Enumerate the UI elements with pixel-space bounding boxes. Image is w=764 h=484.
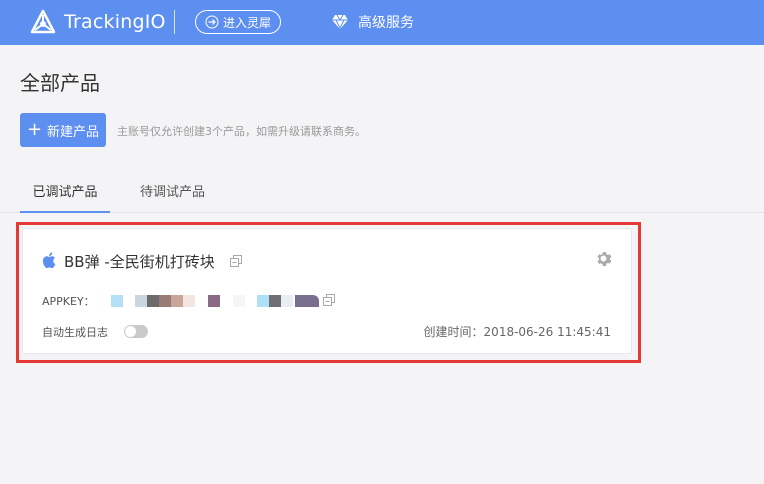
premium-service-label: 高级服务 <box>358 15 414 31</box>
product-card[interactable]: BB弹 -全民街机打砖块 APPKEY： 自动生成日志 创建时间：2018-06… <box>22 228 632 354</box>
tab-debugged-products[interactable]: 已调试产品 <box>20 181 110 213</box>
auto-log-label: 自动生成日志 <box>42 326 108 339</box>
plus-icon: + <box>26 119 43 140</box>
product-tabs: 已调试产品 待调试产品 <box>0 170 764 213</box>
premium-service-link[interactable]: 高级服务 <box>331 12 414 32</box>
created-time: 创建时间：2018-06-26 11:45:41 <box>423 325 611 339</box>
copy-appkey-icon[interactable] <box>323 294 335 306</box>
header-divider <box>174 10 175 34</box>
new-product-label: 新建产品 <box>47 124 100 140</box>
enter-lingxi-button[interactable]: 进入灵犀 <box>195 10 281 34</box>
trackingio-logo[interactable]: TrackingIO <box>30 9 166 35</box>
product-name: BB弹 -全民街机打砖块 <box>64 253 215 271</box>
arrow-right-icon <box>205 15 219 29</box>
auto-log-toggle[interactable] <box>124 325 148 338</box>
product-limit-hint: 主账号仅允许创建3个产品，如需升级请联系商务。 <box>117 125 366 138</box>
diamond-icon <box>332 14 348 30</box>
top-navigation-bar: TrackingIO 进入灵犀 高级服务 <box>0 0 764 45</box>
brand-name: TrackingIO <box>64 11 166 33</box>
copy-icon[interactable] <box>230 255 242 267</box>
tab-pending-products[interactable]: 待调试产品 <box>140 181 205 200</box>
new-product-button[interactable]: + 新建产品 <box>20 113 106 147</box>
apple-icon <box>42 252 56 268</box>
page-title: 全部产品 <box>20 71 100 95</box>
appkey-label: APPKEY： <box>42 295 95 308</box>
logo-icon <box>30 9 56 34</box>
enter-lingxi-label: 进入灵犀 <box>222 15 271 30</box>
gear-icon[interactable] <box>595 250 612 267</box>
